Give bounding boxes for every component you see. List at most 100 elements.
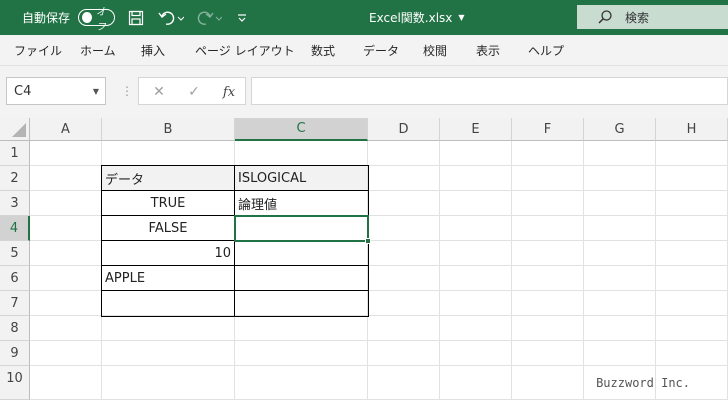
column-header-a[interactable]: A [30,118,102,141]
grid-cell[interactable] [440,191,512,216]
column-header-f[interactable]: F [512,118,584,141]
search-box[interactable]: 検索 [577,5,728,29]
grid-cell[interactable] [235,266,368,291]
grid-cell[interactable] [30,266,102,291]
undo-icon[interactable] [156,0,186,35]
grid-cell[interactable] [368,166,440,191]
grid-cell[interactable] [30,316,102,341]
grid-cell[interactable] [512,241,584,266]
column-header-e[interactable]: E [440,118,512,141]
chevron-down-icon[interactable]: ▼ [93,87,99,96]
grid-cell[interactable] [102,341,235,366]
grid-cell[interactable] [102,291,235,316]
more-options-icon[interactable]: ⋮ [121,84,133,98]
grid-cell[interactable] [512,216,584,241]
save-icon[interactable] [126,0,146,35]
tab-data[interactable]: データ [363,35,399,66]
grid-cell[interactable] [368,316,440,341]
grid-cell[interactable] [440,141,512,166]
grid-cell[interactable] [440,316,512,341]
row-header-8[interactable]: 8 [0,316,30,341]
cancel-icon[interactable]: ✕ [145,78,173,106]
column-header-b[interactable]: B [102,118,235,141]
grid-cell[interactable] [368,266,440,291]
row-header-2[interactable]: 2 [0,166,30,191]
row-header-10[interactable]: 10 [0,366,30,400]
grid-cell[interactable] [584,266,656,291]
grid-cell[interactable] [656,266,728,291]
enter-icon[interactable]: ✓ [180,78,208,106]
cell-c2[interactable]: ISLOGICAL [235,166,368,191]
tab-review[interactable]: 校閲 [423,35,447,66]
tab-view[interactable]: 表示 [476,35,500,66]
cell-b3[interactable]: TRUE [102,191,235,216]
select-all-button[interactable] [0,118,30,141]
grid-cell[interactable] [512,366,584,400]
tab-help[interactable]: ヘルプ [528,35,564,66]
grid-cell[interactable] [584,216,656,241]
grid-cell[interactable] [440,266,512,291]
fill-handle[interactable] [365,238,371,244]
tab-file[interactable]: ファイル [14,35,62,66]
grid-cell[interactable] [656,191,728,216]
grid-cell[interactable] [512,266,584,291]
grid-cell[interactable] [30,191,102,216]
row-header-3[interactable]: 3 [0,191,30,216]
grid-cell[interactable] [512,341,584,366]
grid-cell[interactable] [235,366,368,400]
grid-cell[interactable] [30,141,102,166]
name-box[interactable]: C4 ▼ [6,77,106,105]
grid-cell[interactable] [656,166,728,191]
grid-cell[interactable] [512,141,584,166]
row-header-7[interactable]: 7 [0,291,30,316]
grid-cell[interactable] [30,241,102,266]
grid-cell[interactable] [440,366,512,400]
grid-cell[interactable] [584,191,656,216]
grid-cell[interactable] [102,366,235,400]
row-header-5[interactable]: 5 [0,241,30,266]
column-header-h[interactable]: H [656,118,728,141]
redo-icon[interactable] [194,0,224,35]
grid-cell[interactable] [30,291,102,316]
cell-b5[interactable]: 10 [102,241,235,266]
grid-cell[interactable] [584,166,656,191]
insert-function-icon[interactable]: fx [215,78,243,106]
tab-home[interactable]: ホーム [80,35,116,66]
grid-cell[interactable] [30,341,102,366]
row-header-6[interactable]: 6 [0,266,30,291]
grid-cell[interactable] [512,291,584,316]
grid-cell[interactable] [584,341,656,366]
row-header-4[interactable]: 4 [0,216,30,241]
grid-cell[interactable] [584,141,656,166]
column-header-g[interactable]: G [584,118,656,141]
grid-cell[interactable] [656,291,728,316]
grid-cell[interactable] [235,216,368,241]
grid-cell[interactable] [440,216,512,241]
row-header-1[interactable]: 1 [0,141,30,166]
grid-cell[interactable] [30,216,102,241]
tab-formulas[interactable]: 数式 [311,35,335,66]
grid-cell[interactable] [440,166,512,191]
grid-cell[interactable] [368,366,440,400]
grid-cell[interactable] [102,316,235,341]
row-header-9[interactable]: 9 [0,341,30,366]
grid-cell[interactable] [235,316,368,341]
grid-cell[interactable] [235,241,368,266]
grid-cell[interactable] [440,341,512,366]
grid-cell[interactable] [368,216,440,241]
column-header-d[interactable]: D [368,118,440,141]
customize-quick-access-icon[interactable] [234,0,250,35]
grid-cell[interactable] [368,191,440,216]
grid-cell[interactable] [235,141,368,166]
grid-cell[interactable] [102,141,235,166]
grid-cell[interactable] [656,341,728,366]
cell-b2[interactable]: データ [102,166,235,191]
grid-cell[interactable] [656,141,728,166]
tab-page-layout[interactable]: ページ レイアウト [195,35,295,66]
grid-cell[interactable] [584,316,656,341]
grid-cell[interactable] [512,191,584,216]
autosave-toggle[interactable]: オフ [78,7,115,33]
grid-cell[interactable] [584,291,656,316]
grid-cell[interactable] [584,241,656,266]
grid-cell[interactable] [368,341,440,366]
